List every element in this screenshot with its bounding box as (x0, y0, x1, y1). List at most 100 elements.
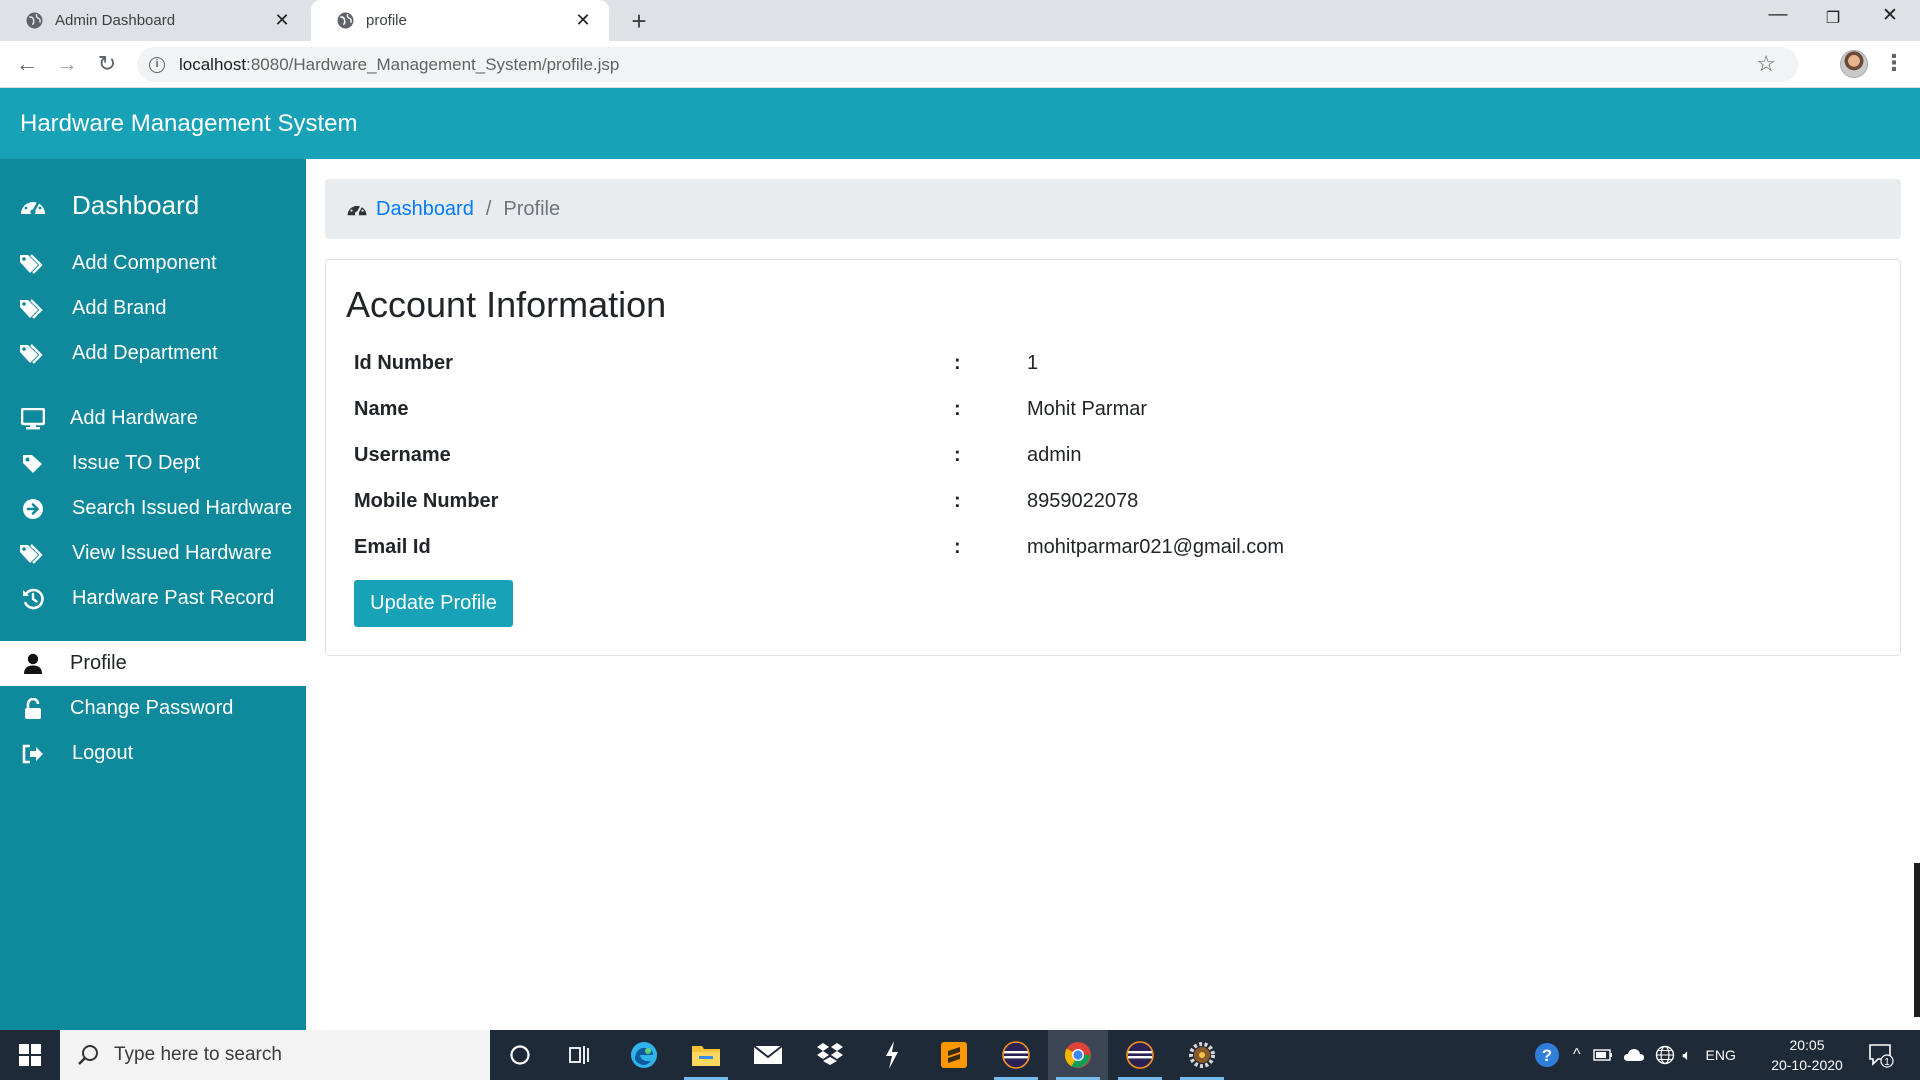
mail-icon[interactable] (738, 1030, 798, 1080)
row-colon: : (954, 398, 961, 420)
minimize-icon[interactable]: — (1758, 4, 1798, 26)
tachometer-icon (347, 204, 367, 216)
row-value: admin (1027, 444, 1082, 466)
onedrive-icon[interactable] (1623, 1048, 1645, 1062)
notification-center-icon[interactable]: 1 (1868, 1030, 1894, 1080)
breadcrumb: Dashboard / Profile (325, 179, 1901, 239)
tag-icon (19, 450, 47, 478)
cortana-icon[interactable] (490, 1030, 550, 1080)
sidebar-item-label: Profile (70, 652, 127, 674)
desktop-icon (19, 405, 47, 433)
globe-icon (337, 12, 354, 29)
sidebar: Dashboard Add Component Add Brand Add De… (0, 159, 306, 1030)
close-icon[interactable]: ✕ (575, 10, 591, 31)
address-bar[interactable]: i localhost:8080/Hardware_Management_Sys… (137, 47, 1798, 82)
globe-icon (26, 12, 43, 29)
breadcrumb-separator: / (485, 197, 492, 220)
arrow-circle-right-icon (19, 495, 47, 523)
sidebar-item-issue-to-dept[interactable]: Issue TO Dept (0, 441, 306, 486)
avatar[interactable] (1840, 50, 1868, 78)
settings-app-icon[interactable] (1172, 1030, 1232, 1080)
row-value: 8959022078 (1027, 490, 1139, 512)
search-placeholder: Type here to search (114, 1044, 282, 1065)
scrollbar-thumb[interactable] (1914, 863, 1920, 1017)
breadcrumb-dashboard-link[interactable]: Dashboard (376, 198, 474, 221)
three-dots-icon[interactable]: ⋮ (1883, 49, 1905, 77)
battery-icon[interactable] (1592, 1048, 1613, 1062)
app-title[interactable]: Hardware Management System (20, 110, 357, 138)
row-label: Id Number (354, 352, 453, 374)
sidebar-item-label: Add Component (72, 252, 217, 274)
sidebar-item-dashboard[interactable]: Dashboard (0, 183, 306, 228)
sidebar-item-hardware-past-record[interactable]: Hardware Past Record (0, 576, 306, 621)
close-icon[interactable]: ✕ (274, 10, 290, 31)
url-host: localhost (179, 54, 247, 74)
taskbar-search-input[interactable]: Type here to search (60, 1030, 490, 1080)
app-header: Hardware Management System (0, 88, 1920, 159)
eclipse-icon[interactable] (1110, 1030, 1170, 1080)
row-label: Name (354, 398, 409, 420)
account-row-username: Username : admin (354, 436, 1854, 476)
update-profile-button[interactable]: Update Profile (354, 580, 513, 627)
dropbox-icon[interactable] (800, 1030, 860, 1080)
account-information-card: Account Information Id Number : 1 Name :… (325, 259, 1901, 656)
tags-icon (19, 295, 47, 323)
restore-icon[interactable]: ❐ (1813, 8, 1853, 28)
sidebar-item-label: Add Department (72, 342, 218, 364)
reload-icon[interactable]: ↻ (93, 50, 121, 78)
row-value: Mohit Parmar (1027, 398, 1148, 420)
row-label: Email Id (354, 536, 431, 558)
task-view-icon[interactable] (550, 1030, 610, 1080)
volume-icon[interactable]: 🔈︎ (1683, 1047, 1692, 1064)
file-explorer-icon[interactable] (676, 1030, 736, 1080)
sidebar-item-label: Add Brand (72, 297, 167, 319)
account-row-email-id: Email Id : mohitparmar021@gmail.com (354, 528, 1854, 568)
tab-admin-dashboard[interactable]: Admin Dashboard ✕ (0, 0, 308, 41)
language-indicator[interactable]: ENG (1706, 1047, 1736, 1063)
tab-profile[interactable]: profile ✕ (311, 0, 609, 41)
row-colon: : (954, 490, 961, 512)
browser-tab-strip: Admin Dashboard ✕ profile ✕ + — ❐ ✕ (0, 0, 1920, 41)
unlock-icon (19, 695, 47, 723)
sidebar-item-label: Logout (72, 742, 134, 764)
sidebar-item-logout[interactable]: Logout (0, 731, 306, 776)
taskbar-clock[interactable]: 20:05 20-10-2020 (1762, 1035, 1852, 1075)
info-icon[interactable]: i (149, 56, 165, 73)
help-icon[interactable]: ? (1533, 1041, 1561, 1069)
sidebar-item-search-issued-hardware[interactable]: Search Issued Hardware (0, 486, 306, 531)
sidebar-item-add-department[interactable]: Add Department (0, 331, 306, 376)
chevron-up-icon[interactable]: ^ (1573, 1046, 1581, 1064)
row-colon: : (954, 352, 961, 374)
sign-out-icon (19, 740, 47, 768)
row-label: Username (354, 444, 451, 466)
new-tab-button[interactable]: + (624, 6, 654, 36)
edge-icon[interactable] (614, 1030, 674, 1080)
star-icon[interactable]: ☆ (1756, 51, 1776, 77)
sidebar-item-profile[interactable]: Profile (0, 641, 306, 686)
tags-icon (19, 250, 47, 278)
sidebar-item-view-issued-hardware[interactable]: View Issued Hardware (0, 531, 306, 576)
sidebar-item-add-brand[interactable]: Add Brand (0, 286, 306, 331)
row-label: Mobile Number (354, 490, 499, 512)
back-arrow-icon[interactable]: ← (13, 50, 41, 78)
chrome-icon[interactable] (1048, 1030, 1108, 1080)
sidebar-item-label: Change Password (70, 697, 234, 719)
close-window-icon[interactable]: ✕ (1870, 4, 1910, 27)
sidebar-item-change-password[interactable]: Change Password (0, 686, 306, 731)
bolt-app-icon[interactable] (862, 1030, 922, 1080)
row-colon: : (954, 444, 961, 466)
eclipse-icon[interactable] (986, 1030, 1046, 1080)
system-tray: ? ^ 🔈︎ ENG (1533, 1030, 1736, 1080)
network-globe-icon[interactable] (1655, 1045, 1675, 1065)
sublime-text-icon[interactable] (924, 1030, 984, 1080)
sidebar-item-label: Issue TO Dept (72, 452, 201, 474)
account-row-name: Name : Mohit Parmar (354, 390, 1854, 430)
sidebar-item-add-hardware[interactable]: Add Hardware (0, 396, 306, 441)
forward-arrow-icon[interactable]: → (53, 50, 81, 78)
sidebar-item-add-component[interactable]: Add Component (0, 241, 306, 286)
row-value: mohitparmar021@gmail.com (1027, 536, 1285, 558)
sidebar-item-label: Search Issued Hardware (72, 497, 293, 519)
history-icon (19, 585, 47, 613)
windows-start-icon[interactable] (0, 1030, 60, 1080)
sidebar-item-label: Hardware Past Record (72, 587, 275, 609)
